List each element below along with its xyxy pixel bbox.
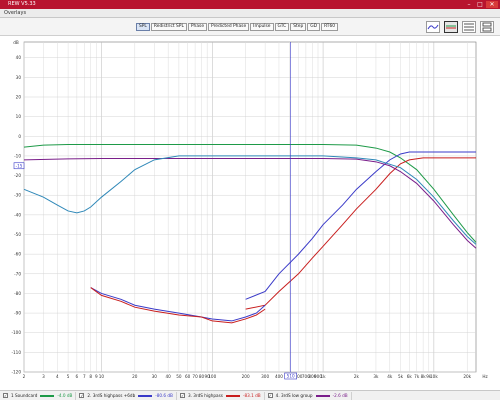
tab-gtc[interactable]: GTC xyxy=(274,23,290,31)
x-tick-label: 9 xyxy=(95,374,98,379)
x-tick-label: 1k xyxy=(321,374,327,379)
legend-value: -83.1 dB xyxy=(242,393,261,398)
y-tick-label: -100 xyxy=(11,330,21,335)
legend-swatch xyxy=(40,394,55,397)
y-tick-label: -40 xyxy=(14,212,21,217)
plot-area[interactable] xyxy=(23,41,477,373)
y-tick-label: -30 xyxy=(14,193,21,198)
legend-item[interactable]: ✓ 4. 3rdS low group -2.6 dB xyxy=(265,391,352,400)
y-tick-label: 0 xyxy=(18,134,21,139)
legend-label: 1 Soundcard xyxy=(11,393,38,398)
y-tick-label: 20 xyxy=(16,95,22,100)
x-tick-label: 4 xyxy=(56,374,59,379)
child-window-header: Overlays xyxy=(0,9,500,18)
cursor-y-label: -15 xyxy=(16,163,23,168)
legend-item[interactable]: ✓ 3. 3rdS highpass -83.1 dB xyxy=(177,391,265,400)
x-tick-label: 5k xyxy=(398,374,404,379)
tab-gd[interactable]: GD xyxy=(307,23,321,31)
legend-item[interactable]: ✓ 1 Soundcard -4.0 dB xyxy=(0,391,77,400)
x-tick-label: 7 xyxy=(83,374,86,379)
x-tick-label: 20k xyxy=(463,374,471,379)
all-traces-icon[interactable] xyxy=(444,21,458,33)
x-tick-label: 5 xyxy=(67,374,70,379)
legend-label: 4. 3rdS low group xyxy=(275,393,313,398)
legend-item[interactable]: ✓ 2. 3rdS highpass +6db -80.6 dB xyxy=(76,391,177,400)
x-tick-label: 40 xyxy=(165,374,171,379)
legend-value: -4.0 dB xyxy=(57,393,73,398)
y-tick-label: -120 xyxy=(11,370,21,375)
graph-toolbar: SPL Redistrict SPL Phase Predicted Phase Imp… xyxy=(0,18,500,36)
y-tick-label: -110 xyxy=(11,350,21,355)
tab-rt60[interactable]: RT60 xyxy=(321,23,339,31)
y-tick-label: -50 xyxy=(14,232,21,237)
y-axis-unit: dB xyxy=(13,40,19,45)
legend-checkbox[interactable]: ✓ xyxy=(79,393,85,398)
overlay-legend: ✓ 1 Soundcard -4.0 dB ✓ 2. 3rdS highpass +6d… xyxy=(0,390,500,400)
y-tick-label: -20 xyxy=(14,173,21,178)
legend-value: -80.6 dB xyxy=(155,393,173,398)
x-tick-label: 200 xyxy=(242,374,250,379)
legend-swatch xyxy=(315,394,330,397)
y-tick-label: -10 xyxy=(14,153,21,158)
x-tick-label: 100 xyxy=(208,374,216,379)
x-tick-label: 4k xyxy=(387,374,393,379)
legend-swatch xyxy=(138,394,153,397)
overlays-window-title: Overlays xyxy=(4,10,27,16)
x-tick-label: 400 xyxy=(275,374,283,379)
x-axis-unit: Hz xyxy=(482,374,488,379)
legend-label: 3. 3rdS highpass xyxy=(187,393,223,398)
tab-phase[interactable]: Phase xyxy=(187,23,208,31)
legend-value: -2.6 dB xyxy=(332,393,348,398)
y-tick-label: 30 xyxy=(16,75,22,80)
tab-spl[interactable]: SPL xyxy=(136,23,150,31)
x-tick-label: 30 xyxy=(152,374,158,379)
cursor-x-label: 510 xyxy=(287,374,295,379)
title-bar: REW V5.33 – □ ✕ xyxy=(0,0,500,9)
x-tick-label: 3k xyxy=(373,374,379,379)
x-tick-label: 2k xyxy=(354,374,360,379)
legend-checkbox[interactable]: ✓ xyxy=(267,393,273,398)
stacked-view-icon[interactable] xyxy=(480,21,494,33)
overlay-graph-icon[interactable] xyxy=(426,21,440,33)
y-tick-label: -70 xyxy=(14,271,21,276)
y-tick-label: -80 xyxy=(14,291,21,296)
x-tick-label: 50 xyxy=(176,374,182,379)
y-tick-label: -60 xyxy=(14,252,21,257)
tab-predicted-phase[interactable]: Predicted Phase xyxy=(208,23,250,31)
spl-graph[interactable]: 2345678910203040506070809010020030040050… xyxy=(0,36,500,390)
maximize-button[interactable]: □ xyxy=(475,1,485,8)
legend-label: 2. 3rdS highpass +6db xyxy=(87,393,136,398)
x-tick-label: 6 xyxy=(76,374,79,379)
grid-view-icon[interactable] xyxy=(462,21,476,33)
legend-checkbox[interactable]: ✓ xyxy=(179,393,185,398)
x-tick-label: 8 xyxy=(89,374,92,379)
spl-chart-svg[interactable]: 2345678910203040506070809010020030040050… xyxy=(0,36,500,390)
tab-redistrict-spl[interactable]: Redistrict SPL xyxy=(150,23,187,31)
x-tick-label: 7k xyxy=(414,374,420,379)
x-tick-label: 3 xyxy=(42,374,45,379)
x-tick-label: 70 xyxy=(192,374,198,379)
app-title: REW V5.33 xyxy=(8,1,36,7)
tab-impulse[interactable]: Impulse xyxy=(250,23,274,31)
y-tick-label: 40 xyxy=(16,55,22,60)
minimize-button[interactable]: – xyxy=(464,1,474,8)
y-tick-label: 10 xyxy=(16,114,22,119)
x-tick-label: 6k xyxy=(407,374,413,379)
x-tick-label: 300 xyxy=(261,374,269,379)
x-tick-label: 10 xyxy=(99,374,105,379)
tab-step[interactable]: Step xyxy=(290,23,307,31)
x-tick-label: 60 xyxy=(185,374,191,379)
x-tick-label: 20 xyxy=(132,374,138,379)
close-button[interactable]: ✕ xyxy=(486,1,498,8)
legend-swatch xyxy=(225,394,240,397)
x-tick-label: 10k xyxy=(430,374,438,379)
y-tick-label: -90 xyxy=(14,311,21,316)
graph-tabs: SPL Redistrict SPL Phase Predicted Phase Imp… xyxy=(136,23,339,31)
legend-checkbox[interactable]: ✓ xyxy=(3,393,8,398)
x-tick-label: 2 xyxy=(23,374,26,379)
